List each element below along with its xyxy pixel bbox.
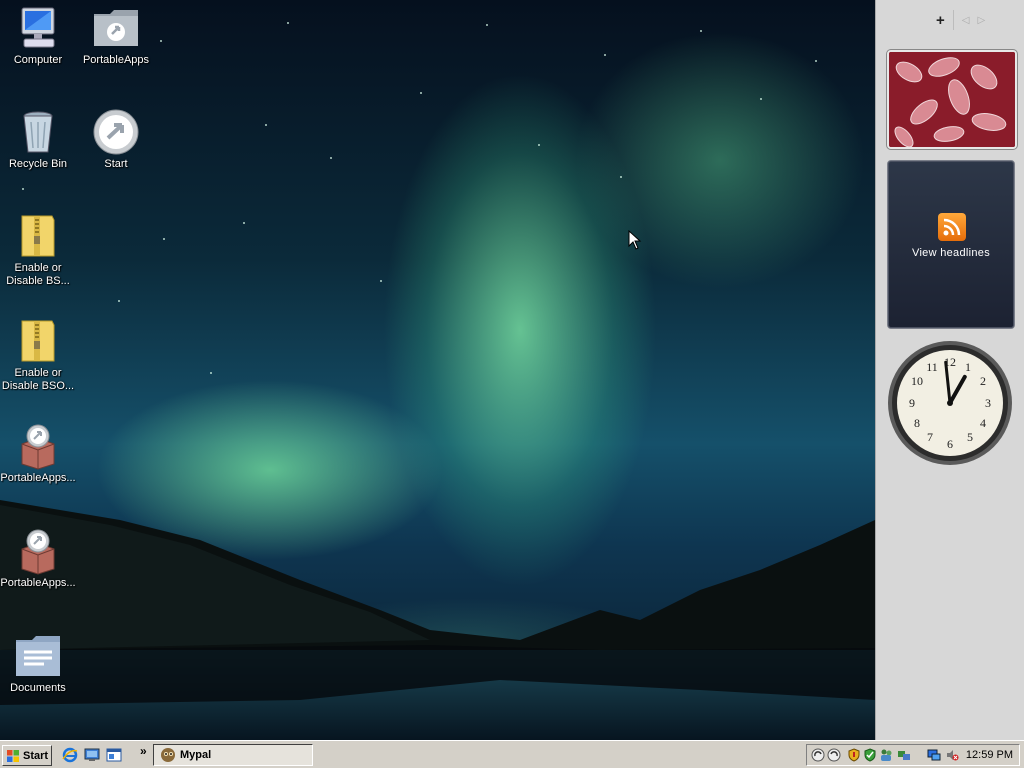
feed-headlines-gadget[interactable]: View headlines (887, 160, 1015, 329)
svg-text:7: 7 (927, 430, 933, 444)
network-icon[interactable] (897, 748, 911, 762)
update-icon[interactable] (827, 748, 841, 762)
start-button[interactable]: Start (2, 745, 52, 766)
clock-gadget[interactable]: 12 1 2 345 678 9 10 11 (887, 340, 1013, 468)
users-icon[interactable] (879, 748, 893, 762)
zip-folder-icon (21, 215, 55, 257)
svg-text:11: 11 (926, 360, 938, 374)
slideshow-photo (889, 52, 1015, 147)
security-center-icon[interactable] (863, 748, 877, 762)
svg-text:4: 4 (980, 416, 986, 430)
desktop-icon-recycle-bin[interactable]: Recycle Bin (0, 108, 78, 171)
svg-text:5: 5 (967, 430, 973, 444)
package-icon (21, 529, 55, 575)
rss-icon (938, 213, 966, 241)
slideshow-gadget[interactable] (887, 50, 1017, 149)
sidebar-controls: + ◁ ▷ (936, 10, 985, 30)
svg-text:2: 2 (980, 374, 986, 388)
internet-explorer-icon[interactable] (62, 747, 78, 763)
windows-logo-icon (7, 749, 19, 762)
taskbar: Start » Mypal 12:59 PM (0, 740, 1024, 768)
sidebar-separator (952, 10, 954, 30)
folder-icon (94, 10, 138, 46)
view-headlines-label: View headlines (912, 247, 990, 259)
desktop[interactable]: Computer PortableApps Recycle Bin Start (0, 0, 875, 740)
desktop-icon-documents[interactable]: Documents (0, 632, 78, 695)
taskbar-clock[interactable]: 12:59 PM (966, 749, 1013, 761)
previous-page-button[interactable]: ◁ (962, 15, 970, 26)
zip-folder-icon (21, 320, 55, 362)
clock-face: 12 12 345 678 91011 (888, 341, 1012, 465)
recycle-bin-icon (23, 111, 53, 153)
computer-icon (21, 7, 55, 48)
svg-text:1: 1 (965, 360, 971, 374)
svg-text:9: 9 (909, 396, 915, 410)
mouse-cursor (628, 230, 642, 250)
desktop-icon-portableapps[interactable]: PortableApps (76, 4, 156, 67)
svg-text:8: 8 (914, 416, 920, 430)
add-gadget-button[interactable]: + (936, 12, 945, 29)
svg-text:3: 3 (985, 396, 991, 410)
task-label: Mypal (180, 749, 212, 761)
quick-launch-chevron[interactable]: » (140, 744, 147, 758)
desktop-icon-computer[interactable]: Computer (0, 4, 78, 67)
show-desktop-icon[interactable] (84, 747, 100, 763)
desktop-icon-portableapps-package-2[interactable]: PortableApps... (0, 527, 78, 590)
portableapps-start-icon (93, 109, 139, 155)
taskbar-button-mypal[interactable]: Mypal (153, 744, 313, 766)
start-label: Start (23, 749, 49, 762)
desktop-icon-portableapps-package-1[interactable]: PortableApps... (0, 422, 78, 485)
next-page-button[interactable]: ▷ (977, 15, 985, 26)
package-icon (21, 424, 55, 470)
system-tray: 12:59 PM (806, 744, 1020, 766)
svg-text:10: 10 (911, 374, 923, 388)
mypal-icon (161, 748, 175, 762)
shield-icon[interactable] (847, 748, 861, 762)
desktop-icon-enable-disable-bs[interactable]: Enable or Disable BS... (0, 212, 78, 288)
svg-text:6: 6 (947, 437, 953, 451)
volume-muted-icon[interactable] (945, 748, 959, 762)
documents-folder-icon (16, 636, 60, 676)
display-icon[interactable] (927, 748, 941, 762)
sync-icon[interactable] (811, 748, 825, 762)
window-icon[interactable] (106, 747, 122, 763)
windows-sidebar: + ◁ ▷ View headlines 12 1 2 3 4 5 6 7 8 … (875, 0, 1024, 740)
desktop-icon-start[interactable]: Start (76, 108, 156, 171)
desktop-icon-enable-disable-bso[interactable]: Enable or Disable BSO... (0, 317, 78, 393)
